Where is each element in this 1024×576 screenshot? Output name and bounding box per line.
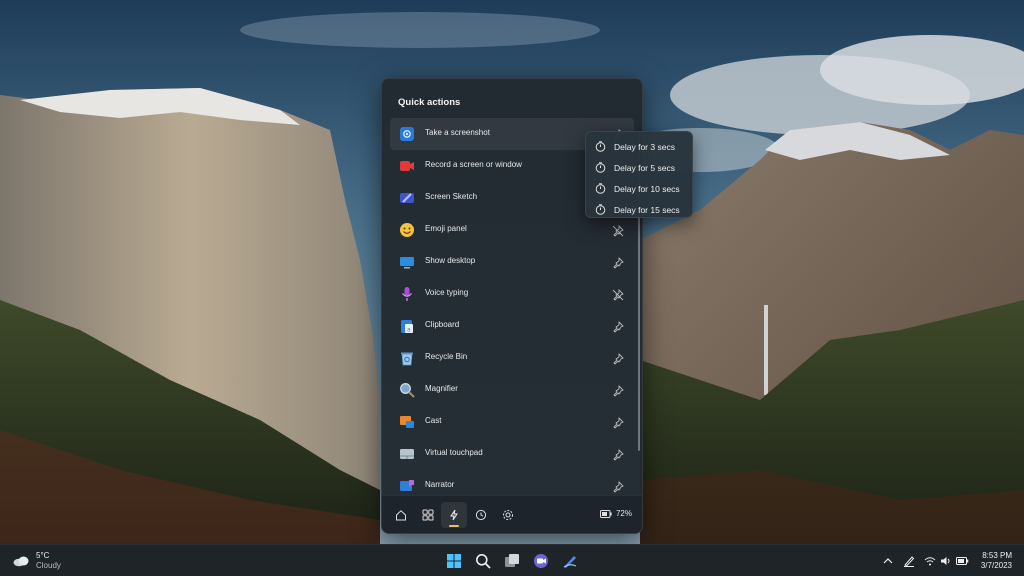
narrator-icon (398, 477, 416, 495)
taskbar-clock[interactable]: 8:53 PM 3/7/2023 (981, 551, 1012, 571)
unpin-icon[interactable] (612, 224, 624, 237)
history-icon[interactable] (468, 502, 494, 528)
action-label: Narrator (425, 480, 455, 489)
delay-3-item[interactable]: Delay for 3 secs (586, 136, 692, 157)
clipboard-icon: a (398, 317, 416, 335)
pen-app-icon[interactable] (559, 550, 581, 572)
weather-widget[interactable]: 5°C Cloudy (12, 551, 61, 571)
task-view-icon[interactable] (501, 550, 523, 572)
cloud-icon (13, 556, 29, 567)
timer-icon (595, 183, 606, 194)
action-recycle-bin[interactable]: Recycle Bin (390, 342, 634, 374)
battery-status: 72% (599, 509, 632, 518)
pin-icon[interactable] (612, 256, 624, 269)
pin-icon[interactable] (612, 352, 624, 365)
battery-icon[interactable] (954, 553, 970, 569)
action-voice-typing[interactable]: Voice typing (390, 278, 634, 310)
pin-icon[interactable] (612, 448, 624, 461)
action-label: Clipboard (425, 320, 460, 329)
settings-icon[interactable] (495, 502, 521, 528)
delay-label: Delay for 10 secs (614, 184, 680, 194)
delay-10-item[interactable]: Delay for 10 secs (586, 178, 692, 199)
recycle-bin-icon (398, 349, 416, 367)
battery-icon (599, 509, 612, 518)
emoji-icon (398, 221, 416, 239)
pin-icon[interactable] (612, 480, 624, 493)
record-icon (398, 157, 416, 175)
windows-start-icon[interactable] (443, 550, 465, 572)
search-icon[interactable] (472, 550, 494, 572)
timer-icon (595, 162, 606, 173)
delay-label: Delay for 15 secs (614, 205, 680, 215)
action-label: Cast (425, 416, 442, 425)
panel-title: Quick actions (398, 97, 461, 108)
timer-icon (595, 204, 606, 215)
wifi-icon[interactable] (922, 553, 938, 569)
action-show-desktop[interactable]: Show desktop (390, 246, 634, 278)
quick-actions-icon[interactable] (441, 502, 467, 528)
microphone-icon (398, 285, 416, 303)
action-label: Show desktop (425, 256, 476, 265)
weather-condition: Cloudy (36, 561, 61, 570)
delay-15-item[interactable]: Delay for 15 secs (586, 199, 692, 220)
widgets-icon[interactable] (415, 502, 441, 528)
chevron-up-icon[interactable] (880, 553, 896, 569)
action-label: Voice typing (425, 288, 469, 297)
action-label: Virtual touchpad (425, 448, 483, 457)
action-clipboard[interactable]: a Clipboard (390, 310, 634, 342)
touchpad-icon (398, 445, 416, 463)
pin-icon[interactable] (612, 320, 624, 333)
delay-5-item[interactable]: Delay for 5 secs (586, 157, 692, 178)
pin-icon[interactable] (612, 416, 624, 429)
clock-date: 3/7/2023 (980, 561, 1012, 570)
home-icon[interactable] (388, 502, 414, 528)
chat-icon[interactable] (530, 550, 552, 572)
magnifier-icon (398, 381, 416, 399)
panel-footer: 72% (382, 495, 642, 533)
action-label: Take a screenshot (425, 128, 490, 137)
timer-icon (595, 141, 606, 152)
action-cast[interactable]: Cast (390, 406, 634, 438)
cast-icon (398, 413, 416, 431)
active-tab-indicator (449, 525, 459, 527)
delay-label: Delay for 5 secs (614, 163, 675, 173)
action-label: Emoji panel (425, 224, 467, 233)
clock-time: 8:53 PM (982, 551, 1012, 560)
taskbar: 5°C Cloudy 8:53 PM 3/7/2023 (0, 544, 1024, 576)
action-label: Recycle Bin (425, 352, 468, 361)
action-label: Screen Sketch (425, 192, 478, 201)
show-desktop-icon (398, 253, 416, 271)
pen-icon[interactable] (901, 553, 917, 569)
action-label: Record a screen or window (425, 160, 522, 169)
screenshot-delay-menu: Delay for 3 secs Delay for 5 secs Delay … (585, 131, 693, 218)
action-magnifier[interactable]: Magnifier (390, 374, 634, 406)
delay-label: Delay for 3 secs (614, 142, 675, 152)
action-label: Magnifier (425, 384, 458, 393)
pin-icon[interactable] (612, 384, 624, 397)
screen-sketch-icon (398, 189, 416, 207)
battery-percent: 72% (615, 509, 632, 518)
action-virtual-touchpad[interactable]: Virtual touchpad (390, 438, 634, 470)
svg-text:a: a (407, 327, 411, 334)
unpin-icon[interactable] (612, 288, 624, 301)
volume-icon[interactable] (938, 553, 954, 569)
weather-temp: 5°C (36, 551, 50, 560)
screenshot-icon (398, 125, 416, 143)
